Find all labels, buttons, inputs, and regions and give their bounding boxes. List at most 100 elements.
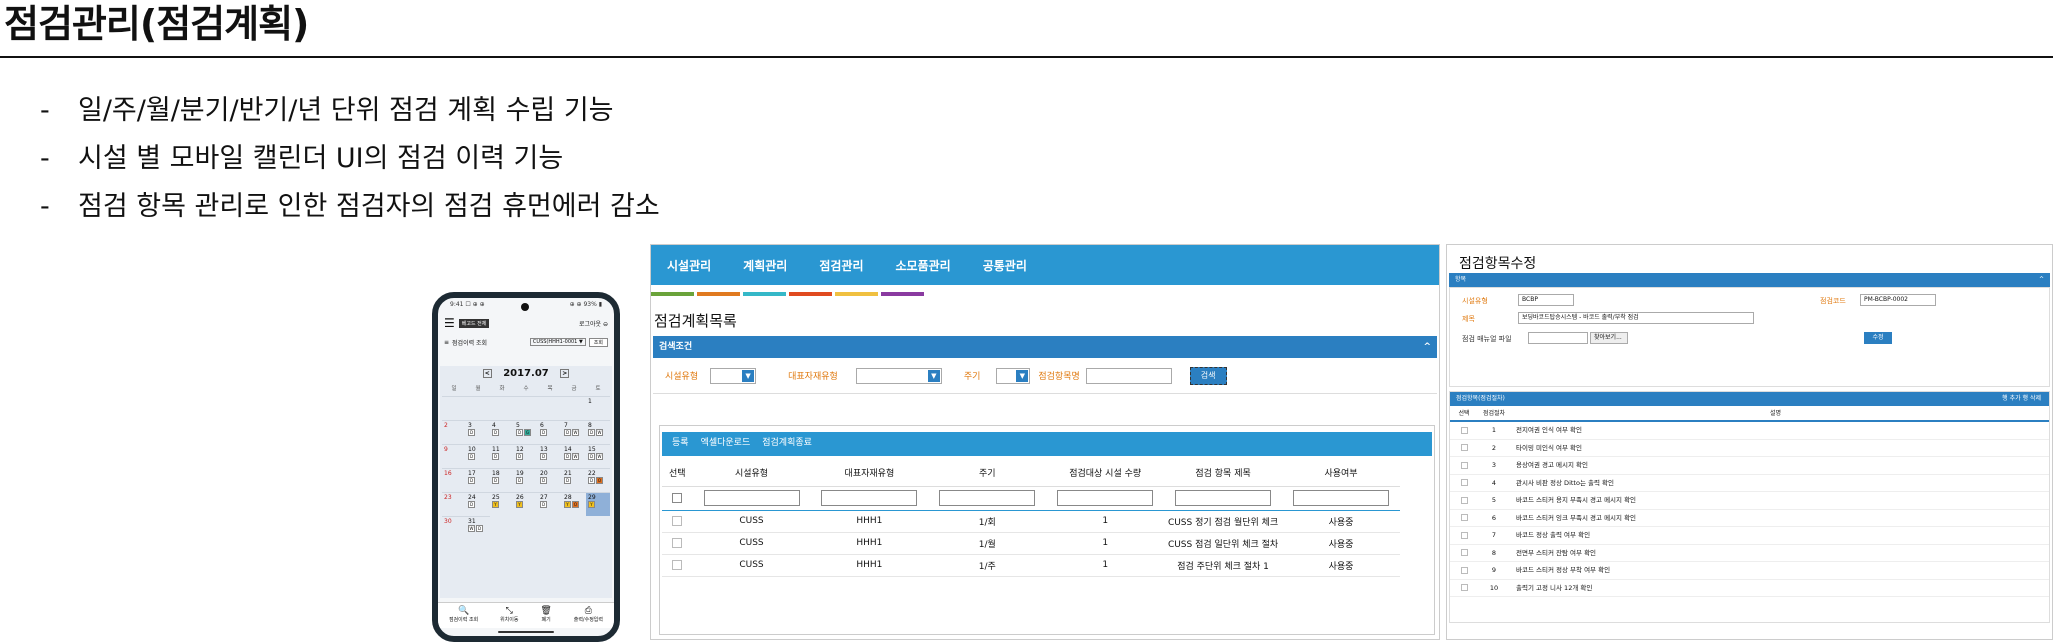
facility-type-select[interactable]: ▼ [710, 367, 757, 384]
select-all-checkbox[interactable] [672, 492, 683, 503]
calendar-day[interactable]: 30 [442, 516, 466, 540]
query-button[interactable]: 조회 [588, 337, 608, 347]
calendar-day[interactable]: 26 Y [514, 492, 538, 516]
nav-item[interactable]: 계획관리 [743, 257, 787, 274]
scope-badge[interactable]: 베고드 전체 [458, 318, 490, 328]
calendar-day[interactable]: 7DW [562, 420, 586, 444]
inspection-tag[interactable]: D [468, 429, 475, 436]
row-checkbox[interactable] [1460, 549, 1468, 556]
inspection-tag[interactable]: D [564, 429, 571, 436]
bottom-nav-item[interactable]: 🗑 폐기 [540, 606, 551, 628]
row-checkbox[interactable] [1460, 584, 1468, 591]
calendar-day[interactable]: 24 D [466, 492, 490, 516]
inspection-tag[interactable]: O [572, 501, 579, 508]
inspection-tag[interactable]: D [588, 453, 595, 460]
inspection-tag[interactable]: D [492, 453, 499, 460]
inspection-tag[interactable]: D [564, 477, 571, 484]
inspection-tag[interactable]: D [468, 477, 475, 484]
row-checkbox[interactable] [1460, 444, 1468, 451]
row-add-delete-buttons[interactable]: 행 추가 행 삭제 [2002, 392, 2041, 406]
calendar-day[interactable]: 10 D [466, 444, 490, 468]
inspection-tag[interactable]: D [588, 429, 595, 436]
row-checkbox[interactable] [672, 559, 683, 570]
inspection-tag[interactable]: G [524, 429, 531, 436]
bottom-nav-item[interactable]: 🔍 점검이력 조회 [449, 606, 478, 628]
procedure-row[interactable]: 1 전지여권 인식 여부 확인 [1450, 422, 2049, 440]
calendar-day[interactable]: 12 D [514, 444, 538, 468]
row-checkbox[interactable] [1460, 426, 1468, 434]
column-filter-input[interactable] [939, 490, 1036, 506]
calendar-day[interactable]: 2 [442, 420, 466, 444]
inspection-tag[interactable]: W [596, 429, 603, 436]
inspection-tag[interactable]: D [588, 477, 595, 484]
inspection-tag[interactable]: D [540, 477, 547, 484]
calendar-day[interactable]: 16 [442, 468, 466, 492]
collapse-icon[interactable]: ^ [1423, 336, 1431, 358]
calendar-day[interactable]: 13 D [538, 444, 562, 468]
inspection-tag[interactable]: O [596, 477, 603, 484]
rep-material-select[interactable]: ▼ [855, 367, 942, 384]
file-path-field[interactable] [1528, 332, 1588, 344]
row-checkbox[interactable] [672, 515, 683, 526]
procedure-row[interactable]: 5 바코드 스티커 용지 부족시 경고 메시지 확인 [1450, 492, 2049, 510]
inspection-tag[interactable]: D [492, 477, 499, 484]
procedure-row[interactable]: 8 전면부 스티커 잔탐 여부 확인 [1450, 545, 2049, 562]
item-name-input[interactable] [1085, 367, 1172, 384]
calendar-day[interactable]: 25 Y [490, 492, 514, 516]
inspection-tag[interactable]: W [572, 429, 579, 436]
code-field[interactable]: PM-BCBP-0002 [1860, 294, 1936, 306]
search-button[interactable]: 검색 [1189, 366, 1227, 385]
procedure-row[interactable]: 4 관시사 비판 정상 Ditto는 출력 확인 [1450, 475, 2049, 492]
list-action-button[interactable]: 엑셀다운로드 [701, 438, 751, 448]
procedure-row[interactable]: 9 바코드 스티커 정상 부착 여부 확인 [1450, 562, 2049, 580]
collapse-icon[interactable]: ^ [2039, 273, 2044, 287]
list-action-button[interactable]: 점검계획종료 [762, 438, 812, 448]
inspection-tag[interactable]: D [516, 453, 523, 460]
menu-icon[interactable]: ☰ [444, 316, 455, 330]
column-filter-input[interactable] [1293, 490, 1389, 506]
list-action-button[interactable]: 등록 [672, 438, 689, 448]
bottom-nav-item[interactable]: ⎙ 출력/수정입력 [574, 606, 603, 628]
facility-select[interactable]: CUSS(HHH1-0001 ▼ [529, 338, 586, 346]
row-checkbox[interactable] [1460, 531, 1468, 539]
calendar-day[interactable]: 18 D [490, 468, 514, 492]
calendar-day[interactable]: 21 D [562, 468, 586, 492]
save-button[interactable]: 수정 [1864, 332, 1892, 344]
period-select[interactable]: ▼ [996, 367, 1031, 384]
row-checkbox[interactable] [1460, 514, 1468, 521]
procedure-row[interactable]: 6 바코드 스티커 잉크 부족시 경고 메시지 확인 [1450, 510, 2049, 527]
row-checkbox[interactable] [1460, 461, 1468, 469]
procedure-row[interactable]: 7 바코드 정상 출력 여부 확인 [1450, 527, 2049, 545]
calendar-day[interactable]: 28 Y O [562, 492, 586, 516]
calendar-day[interactable]: 27 D [538, 492, 562, 516]
procedure-row[interactable]: 2 타이밍 미인식 여부 확인 [1450, 440, 2049, 457]
calendar-day[interactable]: 23 [442, 492, 466, 516]
inspection-tag[interactable]: W [596, 453, 603, 460]
inspection-tag[interactable]: Y [492, 501, 499, 508]
calendar-day[interactable]: 4D [490, 420, 514, 444]
procedure-row[interactable]: 10 출력기 고정 니사 12개 확인 [1450, 580, 2049, 597]
calendar-day[interactable]: 15 D W [586, 444, 610, 468]
column-filter-input[interactable] [1057, 490, 1154, 506]
inspection-tag[interactable]: W [572, 453, 579, 460]
row-checkbox[interactable] [1460, 496, 1468, 504]
inspection-tag[interactable]: D [468, 501, 475, 508]
calendar-day[interactable]: 8DW [586, 420, 610, 444]
table-row[interactable]: CUSS HHH1 1/월 1 CUSS 점검 일단위 체크 절차 사용중 [662, 532, 1400, 555]
calendar-day[interactable]: 6D [538, 420, 562, 444]
inspection-tag[interactable]: D [516, 429, 523, 436]
inspection-tag[interactable]: Y [564, 501, 571, 508]
subject-field[interactable]: 보딩바코드탑승시스템 - 바코드 출력/부착 점검 [1518, 312, 1754, 324]
inspection-tag[interactable]: D [540, 429, 547, 436]
logout-button[interactable]: 로그아웃 ⊖ [579, 319, 608, 328]
calendar-day[interactable]: 1 [586, 396, 610, 420]
calendar-day[interactable]: 5DG [514, 420, 538, 444]
inspection-tag[interactable]: Y [516, 501, 523, 508]
bottom-nav-item[interactable]: ⤡ 위치이동 [500, 606, 518, 628]
procedure-row[interactable]: 3 용상여권 경고 메시지 확인 [1450, 457, 2049, 475]
row-checkbox[interactable] [1460, 566, 1468, 574]
column-filter-input[interactable] [703, 490, 800, 506]
facility-field[interactable]: BCBP [1518, 294, 1574, 306]
next-month-button[interactable]: > [560, 368, 570, 378]
inspection-tag[interactable]: D [564, 453, 571, 460]
